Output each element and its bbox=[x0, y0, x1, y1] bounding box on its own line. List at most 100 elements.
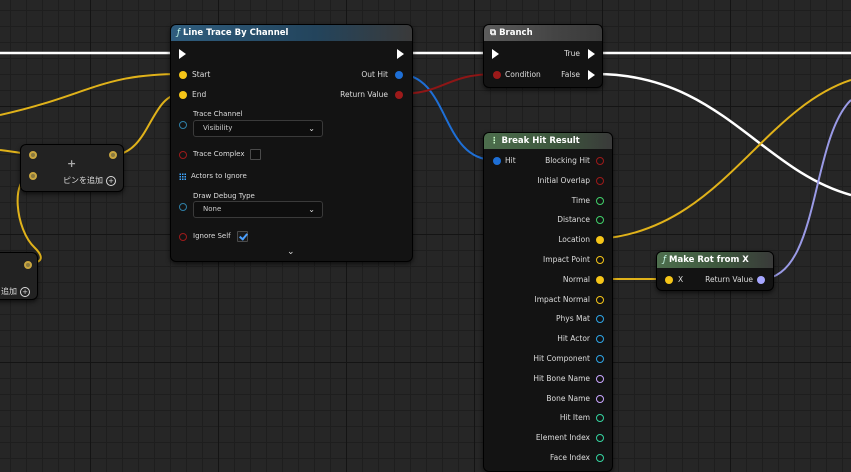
true-exec-pin[interactable] bbox=[588, 49, 595, 59]
line-trace-node[interactable]: ƒ Line Trace By Channel Start End Out Hit… bbox=[170, 24, 413, 262]
return-value-label: Return Value bbox=[340, 90, 388, 99]
output-label-impact-normal: Impact Normal bbox=[534, 294, 590, 304]
output-pin-impact-normal[interactable] bbox=[596, 295, 604, 304]
chevron-down-icon: ⌄ bbox=[308, 205, 315, 214]
out-hit-pin[interactable] bbox=[395, 71, 403, 79]
hit-input-label: Hit bbox=[505, 156, 516, 165]
output-label-time: Time bbox=[571, 195, 590, 205]
draw-debug-value: None bbox=[203, 205, 222, 213]
draw-debug-dropdown[interactable]: None ⌄ bbox=[193, 201, 323, 218]
branch-header[interactable]: ⧉ Branch bbox=[484, 25, 602, 41]
output-pin-initial-overlap[interactable] bbox=[596, 176, 604, 185]
trace-channel-label: Trace Channel bbox=[193, 110, 243, 118]
start-label: Start bbox=[192, 70, 211, 79]
draw-debug-pin[interactable] bbox=[179, 203, 187, 211]
wire-layer bbox=[0, 51, 851, 280]
ignore-self-label: Ignore Self bbox=[193, 232, 231, 240]
output-label-hit-bone-name: Hit Bone Name bbox=[533, 373, 590, 383]
branch-node[interactable]: ⧉ Branch Condition True False bbox=[483, 24, 603, 88]
start-pin[interactable] bbox=[179, 71, 187, 79]
exec-wire-false bbox=[595, 72, 851, 197]
trace-complex-label: Trace Complex bbox=[193, 150, 245, 158]
trace-channel-dropdown[interactable]: Visibility ⌄ bbox=[193, 120, 323, 137]
add-pin-node[interactable]: + ピンを追加 + bbox=[20, 144, 124, 192]
exec-in-pin[interactable] bbox=[179, 49, 186, 59]
exec-out-pin[interactable] bbox=[397, 49, 404, 59]
output-pin-hit-bone-name[interactable] bbox=[596, 374, 604, 383]
output-label-distance: Distance bbox=[557, 215, 590, 225]
condition-pin[interactable] bbox=[493, 71, 501, 79]
out-hit-label: Out Hit bbox=[361, 70, 388, 79]
branch-icon: ⧉ bbox=[490, 28, 497, 38]
expand-chevron-icon[interactable]: ⌄ bbox=[287, 247, 295, 257]
output-label-initial-overlap: Initial Overlap bbox=[537, 175, 590, 185]
trace-complex-checkbox[interactable] bbox=[250, 149, 261, 160]
output-label-hit-item: Hit Item bbox=[559, 413, 590, 423]
add-pin-circle-icon: + bbox=[106, 175, 116, 186]
output-pin-blocking-hit[interactable] bbox=[596, 157, 604, 165]
actors-to-ignore-label: Actors to Ignore bbox=[191, 172, 247, 180]
break-hit-header[interactable]: ⋮ Break Hit Result bbox=[484, 133, 612, 149]
vector-wire-start bbox=[0, 73, 182, 116]
output-pin-bone-name[interactable] bbox=[596, 394, 604, 403]
return-value-pin[interactable] bbox=[395, 91, 403, 99]
output-pin-element-index[interactable] bbox=[596, 434, 604, 443]
output-label-blocking-hit: Blocking Hit bbox=[545, 156, 590, 165]
make-rot-return-label: Return Value bbox=[705, 275, 753, 284]
array-grid-icon[interactable] bbox=[179, 173, 186, 180]
branch-exec-in[interactable] bbox=[492, 49, 499, 59]
break-struct-icon: ⋮ bbox=[490, 136, 499, 146]
make-rot-return-pin[interactable] bbox=[757, 276, 765, 284]
function-icon: ƒ bbox=[663, 255, 666, 265]
add-pin-node-2[interactable]: 追加 + bbox=[0, 252, 38, 300]
make-rot-x-label: X bbox=[678, 275, 684, 284]
output-pin-hit-component[interactable] bbox=[596, 355, 604, 363]
output-pin-normal[interactable] bbox=[596, 275, 604, 284]
trace-complex-pin[interactable] bbox=[179, 151, 187, 159]
add-pin-input-1[interactable] bbox=[29, 151, 37, 159]
output-pin-face-index[interactable] bbox=[596, 454, 604, 462]
break-hit-result-node[interactable]: ⋮ Break Hit Result Hit Blocking Hit Initia… bbox=[483, 132, 613, 472]
make-rot-x-pin[interactable] bbox=[665, 276, 673, 284]
output-label-face-index: Face Index bbox=[550, 453, 590, 462]
output-label-normal: Normal bbox=[562, 274, 590, 284]
ignore-self-pin[interactable] bbox=[179, 233, 187, 241]
add-pin-output[interactable] bbox=[109, 151, 117, 159]
add-pin-node-2-button[interactable]: 追加 + bbox=[1, 286, 30, 297]
add-pin-plus-icon: + bbox=[67, 157, 77, 170]
output-pin-hit-actor[interactable] bbox=[596, 335, 604, 344]
line-trace-header[interactable]: ƒ Line Trace By Channel bbox=[171, 25, 412, 41]
output-label-bone-name: Bone Name bbox=[546, 393, 590, 403]
end-pin[interactable] bbox=[179, 91, 187, 99]
output-label-phys-mat: Phys Mat bbox=[555, 314, 590, 324]
output-label-impact-point: Impact Point bbox=[543, 255, 590, 264]
output-pin-location[interactable] bbox=[596, 236, 604, 245]
output-label-hit-component: Hit Component bbox=[533, 354, 590, 363]
add-pin-node-2-output[interactable] bbox=[24, 261, 32, 269]
output-pin-hit-item[interactable] bbox=[596, 414, 604, 423]
output-pin-impact-point[interactable] bbox=[596, 256, 604, 264]
function-icon: ƒ bbox=[177, 28, 180, 38]
vector-wire-location bbox=[598, 79, 851, 240]
add-pin-node-2-circle-icon: + bbox=[20, 286, 30, 297]
output-pin-phys-mat[interactable] bbox=[596, 315, 604, 324]
make-rot-header[interactable]: ƒ Make Rot from X bbox=[657, 252, 773, 268]
output-label-location: Location bbox=[558, 235, 590, 245]
false-label: False bbox=[561, 70, 580, 79]
output-pin-distance[interactable] bbox=[596, 216, 604, 225]
output-pin-time[interactable] bbox=[596, 196, 604, 205]
chevron-down-icon: ⌄ bbox=[308, 124, 315, 133]
add-pin-button[interactable]: ピンを追加 + bbox=[63, 175, 116, 186]
true-label: True bbox=[564, 49, 580, 58]
output-label-hit-actor: Hit Actor bbox=[557, 334, 590, 344]
output-label-element-index: Element Index bbox=[535, 433, 590, 443]
ignore-self-checkbox[interactable] bbox=[237, 231, 248, 242]
make-rot-node[interactable]: ƒ Make Rot from X X Return Value bbox=[656, 251, 774, 291]
false-exec-pin[interactable] bbox=[588, 70, 595, 80]
hit-input-pin[interactable] bbox=[493, 157, 501, 165]
trace-channel-value: Visibility bbox=[203, 124, 233, 132]
draw-debug-label: Draw Debug Type bbox=[193, 192, 255, 200]
end-label: End bbox=[192, 90, 207, 99]
add-pin-input-2[interactable] bbox=[29, 172, 37, 180]
trace-channel-pin[interactable] bbox=[179, 121, 187, 129]
